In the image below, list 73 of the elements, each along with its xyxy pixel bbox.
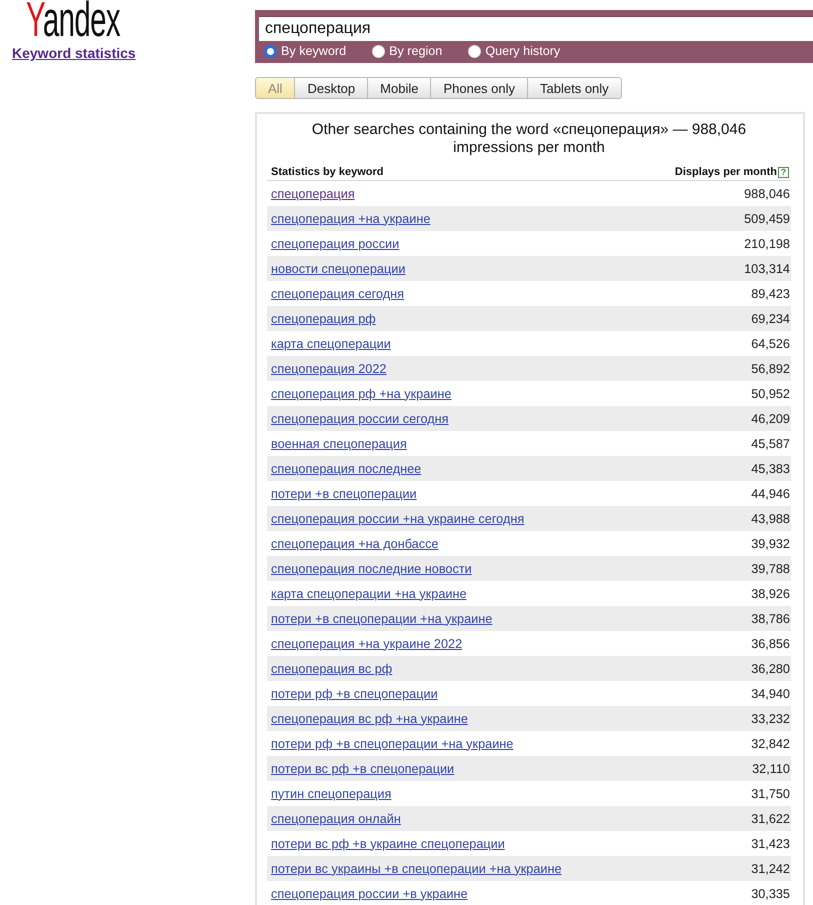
search-mode-radio[interactable]: By region xyxy=(372,44,442,58)
displays-count: 36,280 xyxy=(751,662,790,676)
keyword-link[interactable]: спецоперация рф xyxy=(271,312,376,326)
keyword-link[interactable]: спецоперация рф +на украине xyxy=(271,386,452,400)
search-field[interactable]: спецоперация xyxy=(259,16,813,41)
displays-count: 64,526 xyxy=(751,336,790,350)
keyword-link[interactable]: спецоперация +на украине xyxy=(271,212,430,226)
keyword-link[interactable]: новости спецоперации xyxy=(271,262,406,276)
displays-count: 509,459 xyxy=(744,212,790,226)
displays-count: 30,335 xyxy=(751,886,790,900)
keyword-link[interactable]: спецоперация сегодня xyxy=(271,286,404,300)
displays-count: 56,892 xyxy=(751,362,790,376)
keyword-link[interactable]: потери вс рф +в украине спецоперации xyxy=(271,836,505,850)
keyword-link[interactable]: спецоперация вс рф +на украине xyxy=(271,712,468,726)
keyword-link[interactable]: карта спецоперации xyxy=(271,336,391,350)
displays-count: 210,198 xyxy=(744,236,790,250)
search-mode-radio[interactable]: Query history xyxy=(468,44,560,58)
displays-count: 45,383 xyxy=(751,462,790,476)
displays-count: 31,423 xyxy=(751,836,790,850)
service-link[interactable]: Keyword statistics xyxy=(12,45,136,61)
displays-count: 32,110 xyxy=(752,762,790,776)
keyword-link[interactable]: спецоперация россии xyxy=(271,236,400,250)
keyword-link[interactable]: потери вс рф +в спецоперации xyxy=(271,762,454,776)
displays-count: 39,788 xyxy=(751,562,790,576)
displays-count: 32,842 xyxy=(751,736,790,750)
logo: Yandex xyxy=(26,0,120,40)
keyword-link[interactable]: потери вс украины +в спецоперации +на украине xyxy=(271,862,562,876)
radio-circle-icon[interactable] xyxy=(264,44,277,58)
keyword-link[interactable]: спецоперация россии +в украине xyxy=(271,886,468,900)
keyword-link[interactable]: спецоперация россии +на украине сегодня xyxy=(271,512,524,526)
keyword-link[interactable]: потери +в спецоперации xyxy=(271,486,417,500)
displays-count: 34,940 xyxy=(751,686,790,700)
displays-count: 31,622 xyxy=(751,812,790,826)
keyword-link[interactable]: потери +в спецоперации +на украине xyxy=(271,612,492,626)
displays-count: 44,946 xyxy=(751,486,790,500)
keyword-link[interactable]: спецоперация последние новости xyxy=(271,562,472,576)
keyword-link[interactable]: спецоперация 2022 xyxy=(271,362,386,376)
keyword-link[interactable]: спецоперация онлайн xyxy=(271,812,401,826)
displays-count: 38,786 xyxy=(751,612,790,626)
displays-count: 31,242 xyxy=(751,862,790,876)
displays-count: 988,046 xyxy=(744,186,790,200)
keyword-link[interactable]: путин спецоперация xyxy=(271,786,392,800)
displays-count: 50,952 xyxy=(751,386,790,400)
displays-count: 43,988 xyxy=(751,512,790,526)
displays-count: 46,209 xyxy=(751,412,790,426)
displays-count: 31,750 xyxy=(751,786,790,800)
keyword-link[interactable]: спецоперация вс рф xyxy=(271,662,392,676)
displays-count: 69,234 xyxy=(751,312,790,326)
keyword-link[interactable]: потери рф +в спецоперации +на украине xyxy=(271,736,514,750)
column-header: Displays per month xyxy=(674,166,777,178)
help-icon[interactable]: ? xyxy=(778,166,789,178)
displays-count: 45,587 xyxy=(751,436,790,450)
displays-count: 89,423 xyxy=(751,286,790,300)
keyword-link[interactable]: потери рф +в спецоперации xyxy=(271,686,438,700)
keyword-link[interactable]: военная спецоперация xyxy=(271,436,407,450)
search-mode-radio[interactable]: By keyword xyxy=(264,44,346,58)
displays-count: 33,232 xyxy=(751,712,790,726)
keyword-link[interactable]: спецоперация последнее xyxy=(271,462,422,476)
device-tab[interactable]: Desktop xyxy=(295,77,368,99)
device-tab[interactable]: Phones only xyxy=(431,77,528,99)
displays-count: 36,856 xyxy=(751,636,790,650)
keyword-link[interactable]: карта спецоперации +на украине xyxy=(271,586,467,600)
device-tab[interactable]: Tablets only xyxy=(528,77,622,99)
results-heading: Other searches containing the word «спецоперация» — 988,046 impressions per month xyxy=(310,121,748,157)
keyword-link[interactable]: спецоперация россии сегодня xyxy=(271,412,449,426)
displays-count: 103,314 xyxy=(744,262,790,276)
keyword-link[interactable]: спецоперация +на украине 2022 xyxy=(271,636,462,650)
displays-count: 39,932 xyxy=(751,536,790,550)
displays-count: 38,926 xyxy=(751,586,790,600)
device-tab[interactable]: Mobile xyxy=(368,77,432,99)
keyword-link[interactable]: спецоперация xyxy=(271,186,355,200)
column-header: Statistics by keyword xyxy=(271,166,384,178)
keyword-link[interactable]: спецоперация +на донбассе xyxy=(271,536,438,550)
